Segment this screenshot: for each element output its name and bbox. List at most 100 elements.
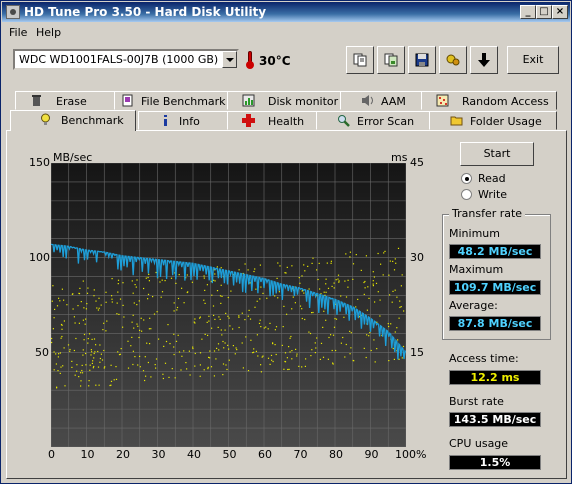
access-time-point [333,287,335,289]
menu-help[interactable]: Help [36,26,61,39]
access-time-point [52,328,54,330]
benchmark-chart [51,163,406,447]
access-time-point [228,317,230,319]
access-time-point [150,328,152,330]
access-time-point [99,357,101,360]
options-button[interactable] [439,46,467,74]
start-button[interactable]: Start [460,142,534,166]
tab-benchmark[interactable]: Benchmark [10,110,136,131]
access-time-point [62,365,64,367]
access-time-point [403,310,405,312]
access-time-point [103,367,105,369]
access-time-point [163,345,165,347]
write-radio[interactable] [461,189,472,200]
access-time-point [61,328,63,330]
access-time-point [345,253,347,255]
tab-disk-monitor[interactable]: Disk monitor [227,91,341,110]
access-time-point [283,368,285,370]
chevron-down-icon[interactable] [222,51,237,68]
access-time-point [56,386,58,388]
access-time-point [221,334,223,336]
access-time-point [215,358,217,360]
minimum-value: 48.2 MB/sec [449,244,541,259]
access-time-point [100,304,102,306]
download-button[interactable] [470,46,498,74]
access-time-point [211,327,213,329]
access-time-point [58,353,60,355]
tab-erase[interactable]: Erase [15,91,115,110]
menu-file[interactable]: File [9,26,27,39]
access-time-point [80,372,82,374]
access-time-point [301,317,303,320]
average-label: Average: [449,299,498,312]
access-time-point [83,339,85,341]
app-window: HD Tune Pro 3.50 - Hard Disk Utility _ □… [0,0,572,484]
access-time-point [199,352,202,354]
access-time-point [140,317,142,319]
access-time-point [131,321,133,323]
close-button[interactable]: × [552,5,568,19]
access-time-point [71,293,73,295]
access-time-point [173,302,175,304]
access-time-point [379,315,381,317]
access-time-point [92,360,94,362]
access-time-point [98,384,100,386]
drive-select[interactable]: WDC WD1001FALS-00J7B (1000 GB) [13,49,239,70]
tab-error-scan[interactable]: Error Scan [316,111,430,130]
access-time-point [298,277,300,279]
access-time-point [335,349,337,352]
access-time-point [178,351,181,353]
access-time-point [201,338,203,340]
access-time-point [155,271,157,274]
access-time-point [59,352,61,354]
access-time-point [183,302,185,304]
title-bar[interactable]: HD Tune Pro 3.50 - Hard Disk Utility _ □… [2,2,570,22]
access-time-point [326,262,328,264]
access-time-point [58,297,60,299]
access-time-point [305,358,307,360]
access-time-point [218,349,220,351]
access-time-point [118,354,121,356]
access-time-point [177,334,179,336]
access-time-point [139,355,141,357]
access-time-point [352,278,354,280]
access-time-point [59,372,61,374]
access-time-point [289,351,291,353]
tab-folder-usage[interactable]: Folder Usage [429,111,557,130]
read-radio[interactable] [461,173,472,184]
access-time-point [57,370,59,372]
access-time-point [54,308,56,310]
minimize-button[interactable]: _ [520,5,536,19]
access-time-point [271,359,273,361]
access-time-point [61,335,63,338]
save-button[interactable] [408,46,436,74]
tab-random-access[interactable]: Random Access [421,91,557,110]
copy-screenshot-button[interactable] [377,46,405,74]
access-time-point [392,290,394,292]
access-time-point [287,368,289,371]
tab-label: Disk monitor [268,95,339,108]
maximize-button[interactable]: □ [536,5,552,19]
options-icon [446,54,460,66]
access-time-point [364,287,366,289]
tab-info[interactable]: Info [138,111,228,130]
access-time-point [256,334,258,336]
access-time-point [255,288,257,290]
exit-button[interactable]: Exit [507,46,559,74]
access-time-point [272,360,274,363]
tab-file-benchmark[interactable]: File Benchmark [114,91,228,110]
x-tick-label: 80 [329,448,343,461]
access-time-point [120,348,122,350]
access-time-point [168,376,170,378]
tab-health[interactable]: Health [227,111,317,130]
access-time-point [304,365,306,367]
copy-text-button[interactable] [346,46,374,74]
tab-aam[interactable]: AAM [340,91,422,110]
access-time-point [253,270,255,273]
access-time-point [75,337,77,340]
access-time-point [204,302,206,304]
access-time-point [82,354,84,356]
access-time-point [132,350,134,352]
access-time-point [388,274,390,276]
access-time-point [245,336,247,338]
